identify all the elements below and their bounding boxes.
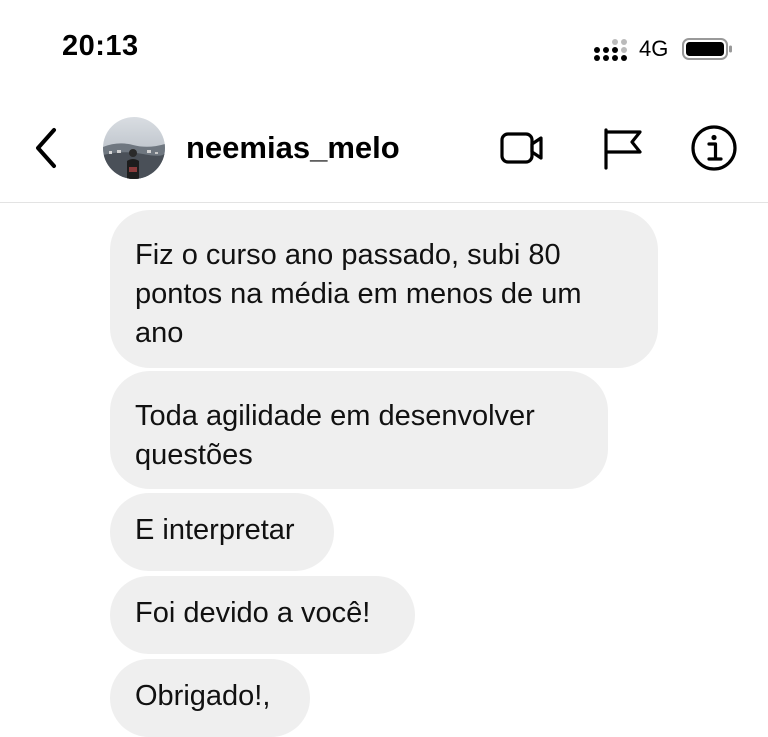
signal-bars-icon (594, 39, 627, 61)
status-time: 20:13 (62, 30, 139, 62)
avatar-image (103, 117, 165, 179)
message-bubble[interactable]: Toda agilidade em desenvolver questões (110, 371, 608, 489)
avatar[interactable] (103, 117, 165, 179)
chevron-left-icon[interactable] (28, 124, 68, 172)
video-camera-icon[interactable] (496, 122, 548, 174)
battery-icon (682, 38, 732, 60)
status-bar: 20:13 4G (0, 0, 768, 100)
message-bubble[interactable]: Fiz o curso ano passado, subi 80 pontos … (110, 210, 658, 368)
message-bubble[interactable]: Foi devido a você! (110, 576, 415, 654)
message-list: Fiz o curso ano passado, subi 80 pontos … (0, 203, 768, 737)
message-bubble[interactable]: E interpretar (110, 493, 334, 571)
flag-icon[interactable] (597, 122, 649, 174)
network-label: 4G (639, 36, 669, 61)
username[interactable]: neemias_melo (186, 130, 400, 166)
info-icon[interactable] (688, 122, 740, 174)
chat-header: neemias_melo (0, 100, 768, 203)
chat-screen: 20:13 4G neemias_melo Fiz o curso ano pa… (0, 0, 768, 737)
message-bubble[interactable]: Obrigado!, (110, 659, 310, 737)
